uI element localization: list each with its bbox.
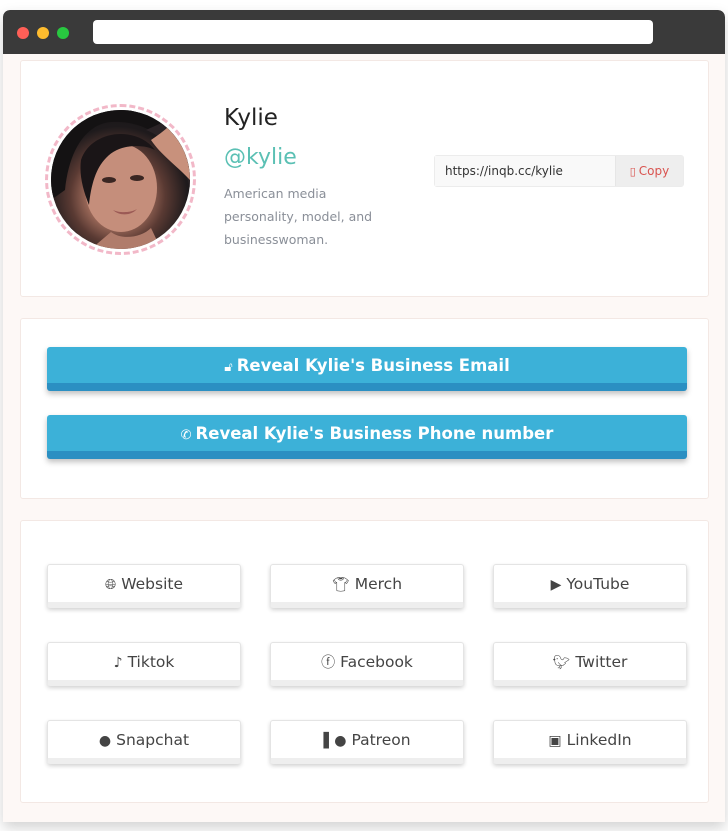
browser-window: Kylie @kylie American media personality,… [3,10,725,822]
reveal-phone-label: Reveal Kylie's Business Phone number [195,424,554,443]
reveal-phone-button[interactable]: ✆ Reveal Kylie's Business Phone number [47,415,687,459]
profile-card: Kylie @kylie American media personality,… [20,60,709,297]
link-label: Twitter [575,653,628,671]
tshirt-icon: 👕︎ [331,577,350,593]
copy-button-label: Copy [638,164,670,178]
link-label: YouTube [566,575,630,593]
link-facebook-button[interactable]: ⓕ Facebook [270,642,464,686]
link-label: Snapchat [116,731,190,749]
link-website-button[interactable]: 🌐︎ Website [47,564,241,608]
snapchat-icon: ● [98,733,112,749]
link-label: Website [121,575,183,593]
minimize-window-button[interactable] [37,27,49,39]
facebook-icon: ⓕ [321,655,336,671]
patreon-icon: ▌● [323,733,347,749]
close-window-button[interactable] [17,27,29,39]
link-linkedin-button[interactable]: ▣ LinkedIn [493,720,687,764]
phone-icon: ✆ [180,428,192,443]
twitter-icon: 🐦︎ [552,655,571,671]
link-snapchat-button[interactable]: ● Snapchat [47,720,241,764]
link-merch-button[interactable]: 👕︎ Merch [270,564,464,608]
reveal-email-button[interactable]: 🔓︎ Reveal Kylie's Business Email [47,347,687,391]
profile-handle[interactable]: @kylie [224,145,297,170]
link-youtube-button[interactable]: ▶ YouTube [493,564,687,608]
link-label: LinkedIn [566,731,632,749]
social-links-card: 🌐︎ Website 👕︎ Merch ▶ YouTube ♪ Tiktok ⓕ Face… [20,520,709,803]
tiktok-icon: ♪ [113,655,123,671]
globe-icon: 🌐︎ [105,577,117,593]
browser-titlebar [3,10,725,54]
lock-icon: 🔓︎ [224,360,233,375]
share-url-field[interactable]: https://inqb.cc/kylie [435,156,615,186]
link-label: Facebook [340,653,413,671]
copy-button[interactable]: ▯ Copy [615,156,683,186]
link-tiktok-button[interactable]: ♪ Tiktok [47,642,241,686]
profile-bio: American media personality, model, and b… [224,186,373,247]
link-patreon-button[interactable]: ▌● Patreon [270,720,464,764]
copy-icon: ▯ [629,165,636,178]
avatar-ring [45,104,196,255]
reveal-email-label: Reveal Kylie's Business Email [236,356,510,375]
link-label: Tiktok [127,653,175,671]
maximize-window-button[interactable] [57,27,69,39]
reveal-card: 🔓︎ Reveal Kylie's Business Email ✆ Reveal … [20,318,709,499]
avatar [51,110,190,249]
youtube-icon: ▶ [550,577,562,593]
share-link-group: https://inqb.cc/kylie ▯ Copy [434,155,684,187]
profile-name: Kylie [224,105,278,131]
linkedin-icon: ▣ [548,733,562,749]
link-label: Merch [354,575,403,593]
link-twitter-button[interactable]: 🐦︎ Twitter [493,642,687,686]
address-bar[interactable] [93,20,653,44]
link-label: Patreon [351,731,411,749]
